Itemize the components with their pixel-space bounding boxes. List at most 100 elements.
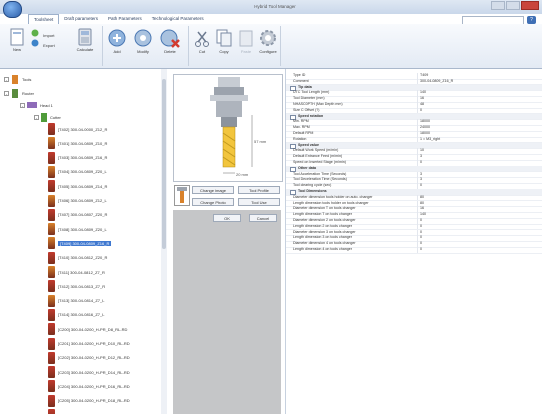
tab-path-parameters[interactable]: Path Parameters [103,14,147,24]
property-value[interactable]: 80 [417,194,540,201]
property-value[interactable]: 140 [417,90,540,96]
tree-item[interactable]: [C200] 300-04-0200_H-PR_D8_RL-RD [48,323,127,336]
cancel-button[interactable]: Cancel [249,214,277,222]
maximize-button[interactable] [506,1,520,10]
tree-item[interactable]: [T410] 300-04-0812_Z20_R [48,251,107,264]
tree-item[interactable]: [T413] 300-04-0814_Z7_L [48,294,104,307]
property-value[interactable]: 3 [417,171,540,178]
property-value[interactable]: 0 [417,235,540,241]
calculator-icon [78,28,92,46]
paste-label: Paste [240,49,252,54]
preview-background [173,210,281,414]
tool-use-button[interactable]: Tool Use [238,198,280,206]
export-button[interactable]: Export [30,39,58,48]
tree-node-cutter[interactable]: - Cutter [34,112,61,122]
add-button[interactable]: Add [106,28,128,54]
tools-icon [12,74,18,84]
tree-item[interactable]: [T408] 300-04-0809_Z20_L [48,223,107,236]
cutter-tool-icon [48,208,55,221]
configure-button[interactable]: Configure [256,28,280,54]
property-name: Tool Acceleration Time (Seconds) [293,171,347,176]
modify-button[interactable]: Modify [131,28,155,54]
tree-item-label: [T409] 300-04-0809_Z16_R [58,240,112,246]
tree-item[interactable]: [T412] 300-04-0813_Z7_R [48,280,105,293]
property-value[interactable]: 0 [417,218,540,224]
tree-node-router[interactable]: - Router [4,88,34,98]
property-value[interactable]: 1 = M3_right [417,136,540,143]
minimize-button[interactable] [491,1,505,10]
tab-toolsheet[interactable]: Toolsheet [28,14,60,24]
tree-node-tools[interactable]: - Tools [4,74,31,84]
tree-item[interactable]: [T404] 300-04-0809_Z20_L [48,165,107,178]
scrollbar-thumb[interactable] [162,79,166,249]
delete-button[interactable]: Delete [158,28,182,54]
property-value[interactable]: 300-04-0809_Z16_R [417,78,540,85]
property-value[interactable]: 3 [417,154,540,160]
tool-profile-button[interactable]: Tool Profile [238,186,280,194]
property-value[interactable]: 48 [417,102,540,108]
tree-item[interactable]: [C203] 300-04-0200_H-PR_D14_RL-RD [48,366,130,379]
property-value[interactable]: 16 [417,206,540,212]
tree-item-label: [C203] 300-04-0200_H-PR_D14_RL-RD [58,369,130,375]
property-value[interactable]: 0 [417,241,540,247]
tree-item[interactable]: [T402] 300-04-0000_Z12_R [48,123,107,135]
tree-label: Head 1 [40,102,53,108]
property-name: Diameter dimension 4 on tools changer [293,241,356,246]
collapse-icon[interactable]: - [20,102,25,108]
property-value[interactable]: 18000 [417,119,540,125]
property-name: Default Entrance Feed (m/min) [293,154,343,159]
calculate-button[interactable]: Calculate [72,28,98,52]
tree-item[interactable]: [T409] 300-04-0809_Z16_R [48,237,112,250]
property-value[interactable]: 80 [417,200,540,207]
tree-item[interactable]: [T407] 300-04-0807_Z20_R [48,208,107,221]
property-name: Default RPM [293,131,314,135]
tree-item[interactable]: [T414] 300-04-0816_Z7_L [48,308,104,321]
property-value[interactable]: 0 [417,160,540,166]
tree-item[interactable]: [T401] 300-04-0809_Z10_R [48,137,107,150]
help-icon[interactable]: ? [527,16,536,24]
new-button[interactable]: New [6,28,28,52]
tree-item[interactable]: [T411] 300-04-0812_Z7_R [48,266,105,278]
property-value[interactable]: 0 [417,183,540,189]
tree-item[interactable]: [C201] 300-04-0200_H-PR_D10_RL-RD [48,337,130,350]
tree-item[interactable]: [T403] 300-04-0809_Z16_R [48,151,107,164]
property-value[interactable]: 0 [417,107,540,114]
cut-button[interactable]: Cut [192,28,212,54]
ok-button[interactable]: OK [213,214,241,222]
paste-button[interactable]: Paste [236,28,256,54]
property-value[interactable]: 18000 [417,131,540,137]
property-value[interactable]: 24000 [417,125,540,131]
change-photo-button[interactable]: Change Photo [192,198,234,206]
diameter-dimension: 20 mm [236,172,249,177]
tree-item[interactable]: [T406] 300-04-0809_Z12_L [48,194,107,207]
property-value[interactable]: 0 [417,247,540,253]
import-button[interactable]: Import [30,29,58,38]
close-button[interactable] [521,1,539,10]
tree-item[interactable]: [C202] 300-04-0200_H-PR_D12_RL-RD [48,351,130,364]
property-value[interactable]: 140 [417,212,540,218]
property-value[interactable]: 0 [417,223,540,230]
tree-item[interactable]: [C206] 300-04-0200_H-PR_D20_RL-RD [48,409,130,414]
tab-draft-parameters[interactable]: Draft parameters [59,14,103,24]
collapse-icon[interactable]: - [34,114,39,120]
copy-button[interactable]: Copy [214,28,234,54]
tree-item[interactable]: [C205] 300-04-0200_H-PR_D18_RL-RD [48,394,130,407]
app-logo-icon[interactable] [3,1,22,18]
tool-thumbnail[interactable] [174,185,190,206]
property-value[interactable]: 3 [417,177,540,183]
cutter-tool-icon [48,180,55,193]
collapse-icon[interactable]: - [4,90,9,96]
property-value[interactable]: T409 [417,73,540,79]
property-value[interactable]: 16 [417,96,540,102]
head-icon [27,102,37,108]
property-value[interactable]: 10 [417,148,540,154]
tree-item[interactable]: [C204] 300-04-0200_H-PR_D16_RL-RD [48,380,130,393]
change-image-button[interactable]: Change image [192,186,234,194]
window-controls [491,1,539,10]
collapse-icon[interactable]: - [4,76,9,82]
tree-item[interactable]: [T405] 300-04-0809_Z14_R [48,180,107,193]
property-row[interactable]: Length dimension 4 on tools changer 0 [286,247,542,254]
tree-node-head[interactable]: - Head 1 [20,100,53,110]
tab-technological-parameters[interactable]: Technological Parameters [147,14,209,24]
property-value[interactable]: 0 [417,229,540,236]
